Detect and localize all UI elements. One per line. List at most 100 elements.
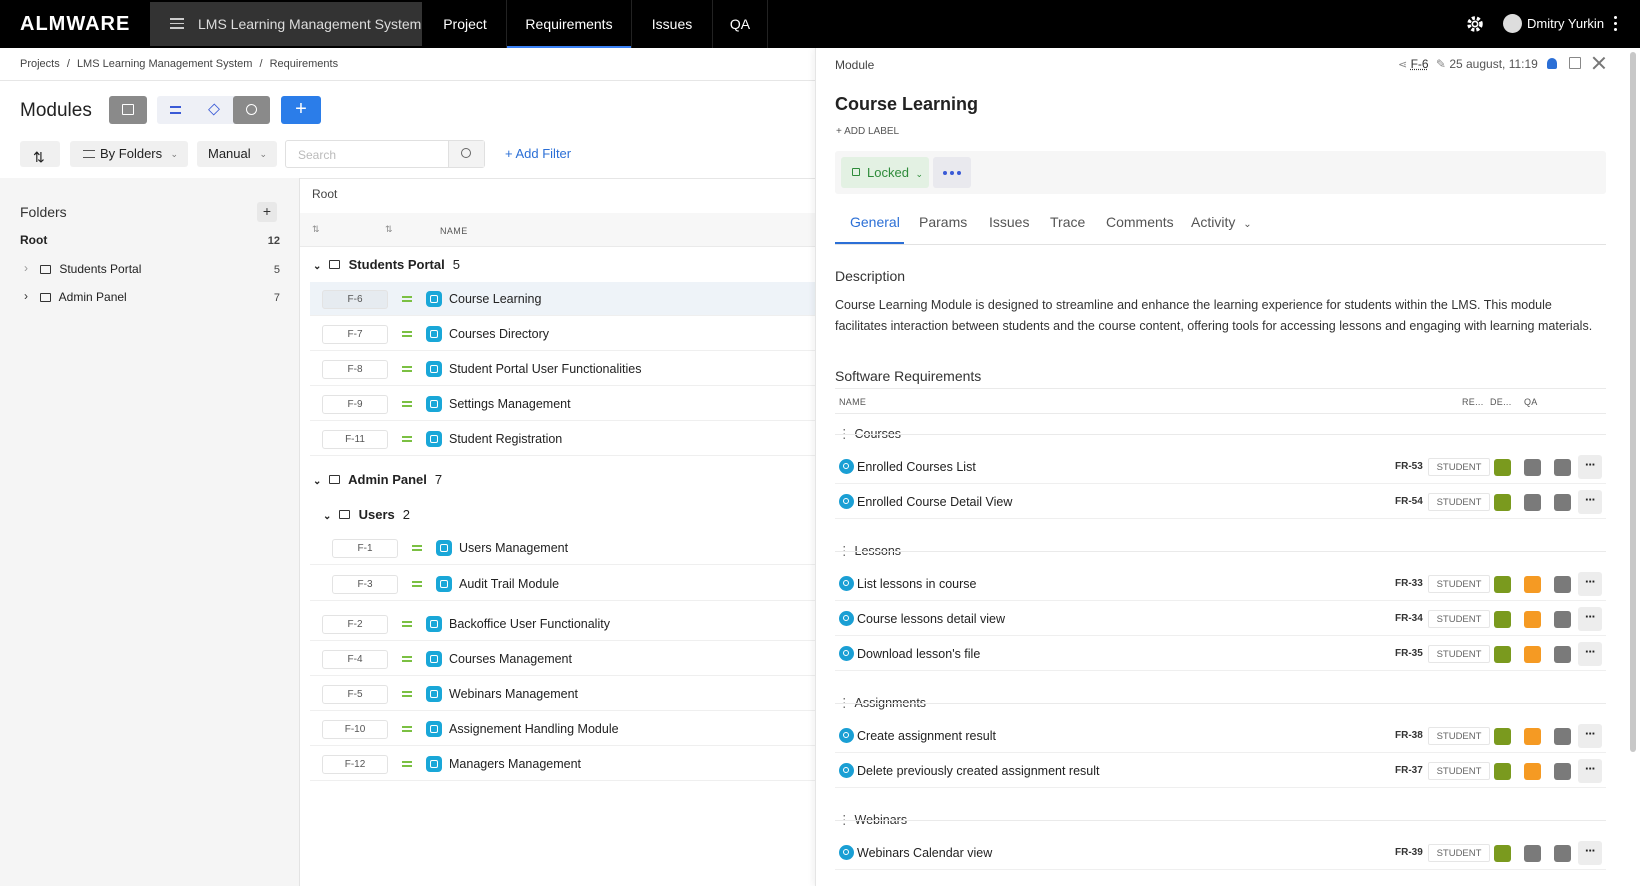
sr-id[interactable]: FR-54 bbox=[1395, 496, 1423, 507]
sr-name[interactable]: Enrolled Courses List bbox=[857, 460, 976, 474]
qa-status-indicator[interactable] bbox=[1554, 845, 1571, 862]
qa-status-indicator[interactable] bbox=[1554, 611, 1571, 628]
app-logo[interactable]: ALMWARE bbox=[20, 13, 130, 36]
table-row[interactable]: F-1 Users Management bbox=[310, 531, 815, 565]
sr-id[interactable]: FR-53 bbox=[1395, 461, 1423, 472]
sr-id[interactable]: FR-39 bbox=[1395, 847, 1423, 858]
table-row[interactable]: F-4 Courses Management bbox=[310, 642, 815, 676]
sr-name[interactable]: Download lesson's file bbox=[857, 647, 980, 661]
open-external-icon[interactable] bbox=[1569, 57, 1581, 69]
sr-row[interactable]: Course lessons detail view FR-34 STUDENT ··… bbox=[835, 602, 1606, 636]
sr-name[interactable]: Webinars Calendar view bbox=[857, 846, 992, 860]
sort-mode-select[interactable]: Manual ⌄ bbox=[197, 141, 277, 167]
user-name[interactable]: Dmitry Yurkin bbox=[1527, 16, 1604, 31]
folder-root[interactable]: Root 12 bbox=[20, 233, 280, 253]
row-more-button[interactable]: ··· bbox=[1578, 572, 1602, 596]
share-icon[interactable]: ⋖ bbox=[1398, 59, 1407, 71]
tab-general[interactable]: General bbox=[850, 214, 900, 230]
row-more-button[interactable]: ··· bbox=[1578, 455, 1602, 479]
sr-col-de[interactable]: DE... bbox=[1490, 397, 1512, 407]
de-status-indicator[interactable] bbox=[1524, 646, 1541, 663]
tab-activity[interactable]: Activity ⌄ bbox=[1191, 214, 1252, 230]
nav-tab-requirements[interactable]: Requirements bbox=[507, 0, 631, 48]
table-row[interactable]: F-9 Settings Management bbox=[310, 387, 815, 421]
table-row[interactable]: F-2 Backoffice User Functionality bbox=[310, 607, 815, 641]
column-name-header[interactable]: NAME bbox=[440, 226, 468, 236]
add-folder-button[interactable]: + bbox=[257, 202, 277, 222]
tab-params[interactable]: Params bbox=[919, 214, 967, 230]
de-status-indicator[interactable] bbox=[1524, 728, 1541, 745]
sr-id[interactable]: FR-33 bbox=[1395, 578, 1423, 589]
tab-issues[interactable]: Issues bbox=[989, 214, 1029, 230]
avatar[interactable] bbox=[1503, 14, 1522, 33]
sr-id[interactable]: FR-37 bbox=[1395, 765, 1423, 776]
folder-students-portal[interactable]: › Students Portal 5 bbox=[20, 261, 280, 282]
graph-view-button[interactable] bbox=[233, 96, 270, 124]
re-status-indicator[interactable] bbox=[1494, 728, 1511, 745]
tab-comments[interactable]: Comments bbox=[1106, 214, 1174, 230]
sr-col-re[interactable]: RE... bbox=[1462, 397, 1484, 407]
nav-tab-qa[interactable]: QA bbox=[713, 0, 767, 48]
group-students-portal[interactable]: ⌄ Students Portal 5 bbox=[313, 257, 460, 272]
more-actions-button[interactable] bbox=[933, 157, 971, 188]
re-status-indicator[interactable] bbox=[1494, 845, 1511, 862]
re-status-indicator[interactable] bbox=[1494, 646, 1511, 663]
sr-col-qa[interactable]: QA bbox=[1524, 397, 1538, 407]
breadcrumb-projects[interactable]: Projects bbox=[20, 58, 60, 70]
table-row[interactable]: F-10 Assignement Handling Module bbox=[310, 712, 815, 746]
re-status-indicator[interactable] bbox=[1494, 459, 1511, 476]
re-status-indicator[interactable] bbox=[1494, 494, 1511, 511]
group-by-select[interactable]: By Folders ⌄ bbox=[70, 141, 188, 167]
sr-row[interactable]: Download lesson's file FR-35 STUDENT ··· bbox=[835, 637, 1606, 671]
tab-trace[interactable]: Trace bbox=[1050, 214, 1085, 230]
nav-tab-issues[interactable]: Issues bbox=[632, 0, 712, 48]
gear-icon[interactable] bbox=[1465, 14, 1485, 34]
nav-tab-project[interactable]: Project bbox=[424, 0, 506, 48]
row-more-button[interactable]: ··· bbox=[1578, 724, 1602, 748]
group-users[interactable]: ⌄ Users 2 bbox=[323, 507, 410, 522]
re-status-indicator[interactable] bbox=[1494, 611, 1511, 628]
add-module-button[interactable]: + bbox=[281, 96, 321, 124]
row-more-button[interactable]: ··· bbox=[1578, 607, 1602, 631]
de-status-indicator[interactable] bbox=[1524, 611, 1541, 628]
project-switcher[interactable]: LMS Learning Management System bbox=[150, 2, 422, 46]
de-status-indicator[interactable] bbox=[1524, 576, 1541, 593]
detail-id[interactable]: F-6 bbox=[1411, 57, 1429, 71]
sr-name[interactable]: Course lessons detail view bbox=[857, 612, 1005, 626]
sort-button[interactable]: ⇅ bbox=[20, 141, 60, 167]
breadcrumb-requirements[interactable]: Requirements bbox=[270, 58, 338, 70]
row-more-button[interactable]: ··· bbox=[1578, 759, 1602, 783]
qa-status-indicator[interactable] bbox=[1554, 459, 1571, 476]
table-row[interactable]: F-6 Course Learning bbox=[310, 282, 815, 316]
sr-name[interactable]: Delete previously created assignment res… bbox=[857, 764, 1099, 778]
sr-row[interactable]: Enrolled Course Detail View FR-54 STUDENT ·… bbox=[835, 485, 1606, 519]
row-more-button[interactable]: ··· bbox=[1578, 490, 1602, 514]
table-row[interactable]: F-11 Student Registration bbox=[310, 422, 815, 456]
table-row[interactable]: F-12 Managers Management bbox=[310, 747, 815, 781]
table-row[interactable]: F-8 Student Portal User Functionalities bbox=[310, 352, 815, 386]
table-row[interactable]: F-3 Audit Trail Module bbox=[310, 567, 815, 601]
sr-row[interactable]: List lessons in course FR-33 STUDENT ··· bbox=[835, 567, 1606, 601]
sr-id[interactable]: FR-35 bbox=[1395, 648, 1423, 659]
qa-status-indicator[interactable] bbox=[1554, 763, 1571, 780]
folder-admin-panel[interactable]: › Admin Panel 7 bbox=[20, 289, 280, 310]
scrollbar[interactable] bbox=[1630, 52, 1636, 752]
sr-name[interactable]: Create assignment result bbox=[857, 729, 996, 743]
table-row[interactable]: F-5 Webinars Management bbox=[310, 677, 815, 711]
group-admin-panel[interactable]: ⌄ Admin Panel 7 bbox=[313, 472, 442, 487]
close-icon[interactable] bbox=[1592, 56, 1606, 70]
de-status-indicator[interactable] bbox=[1524, 763, 1541, 780]
search-button[interactable] bbox=[448, 141, 484, 167]
sr-id[interactable]: FR-38 bbox=[1395, 730, 1423, 741]
more-vertical-icon[interactable] bbox=[1614, 16, 1618, 32]
sidebar-toggle-button[interactable] bbox=[109, 96, 147, 124]
qa-status-indicator[interactable] bbox=[1554, 646, 1571, 663]
de-status-indicator[interactable] bbox=[1524, 494, 1541, 511]
add-label-button[interactable]: + ADD LABEL bbox=[836, 126, 899, 137]
qa-status-indicator[interactable] bbox=[1554, 728, 1571, 745]
sr-id[interactable]: FR-34 bbox=[1395, 613, 1423, 624]
detail-title[interactable]: Course Learning bbox=[835, 94, 978, 115]
qa-status-indicator[interactable] bbox=[1554, 494, 1571, 511]
description-text[interactable]: Course Learning Module is designed to st… bbox=[835, 295, 1605, 337]
row-more-button[interactable]: ··· bbox=[1578, 841, 1602, 865]
